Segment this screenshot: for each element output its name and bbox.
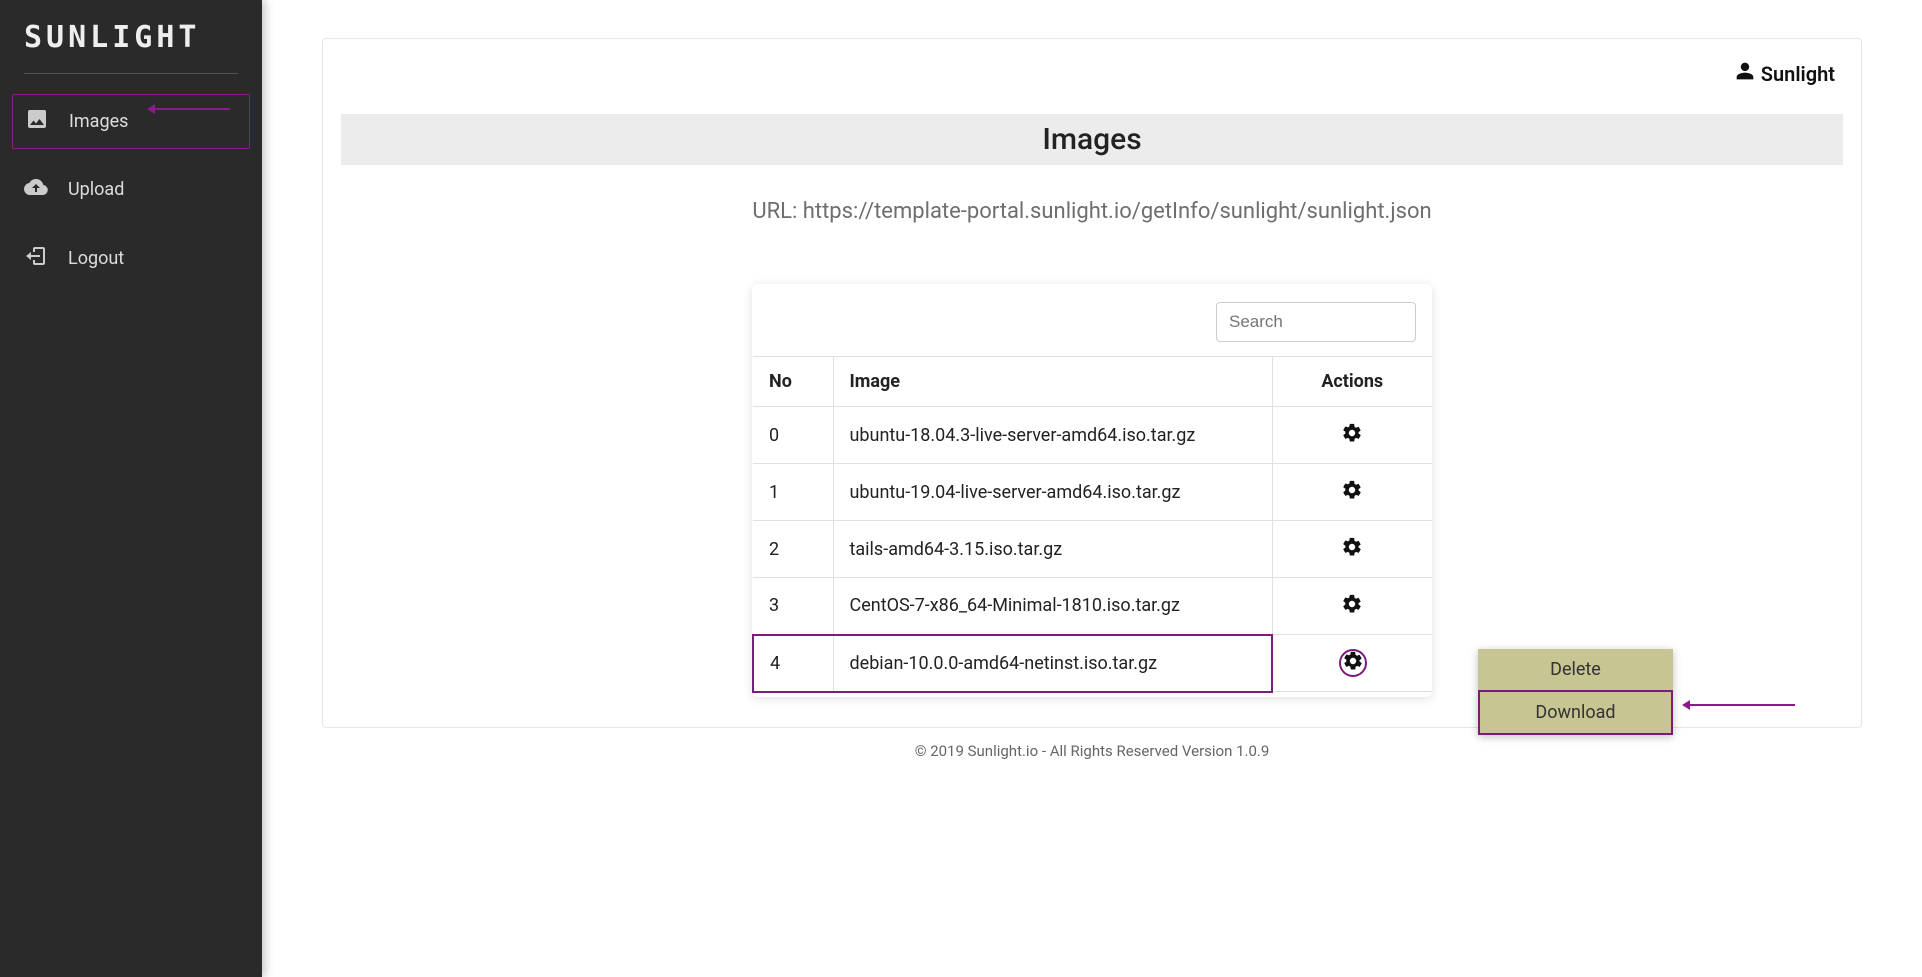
- row-context-menu: Delete Download: [1478, 649, 1673, 735]
- content-card: Sunlight Images URL: https://template-po…: [322, 38, 1862, 728]
- cell-image: ubuntu-18.04.3-live-server-amd64.iso.tar…: [833, 407, 1272, 464]
- search-input[interactable]: [1216, 302, 1416, 342]
- gear-icon: [1341, 536, 1363, 563]
- row-actions-button[interactable]: [1338, 535, 1366, 563]
- col-header-no[interactable]: No: [753, 357, 833, 407]
- sidebar-item-label: Images: [69, 111, 128, 132]
- divider: [24, 73, 238, 74]
- cell-no: 3: [753, 578, 833, 635]
- row-actions-button[interactable]: [1338, 592, 1366, 620]
- cell-no: 4: [753, 635, 833, 692]
- sidebar-item-label: Logout: [68, 248, 124, 269]
- images-table-card: No Image Actions 0 ubuntu-18.04.3-live-s…: [752, 284, 1432, 697]
- menu-item-delete[interactable]: Delete: [1478, 649, 1673, 690]
- sidebar-item-upload[interactable]: Upload: [0, 161, 262, 218]
- user-account[interactable]: Sunlight: [341, 57, 1843, 114]
- gear-icon: [1341, 593, 1363, 620]
- cell-no: 0: [753, 407, 833, 464]
- table-row: 0 ubuntu-18.04.3-live-server-amd64.iso.t…: [753, 407, 1432, 464]
- gear-icon: [1341, 479, 1363, 506]
- table-row: 3 CentOS-7-x86_64-Minimal-1810.iso.tar.g…: [753, 578, 1432, 635]
- sidebar-item-images[interactable]: Images: [12, 94, 250, 149]
- row-actions-button[interactable]: [1338, 478, 1366, 506]
- sidebar-item-label: Upload: [68, 179, 124, 200]
- url-display: URL: https://template-portal.sunlight.io…: [341, 199, 1843, 224]
- cell-image: CentOS-7-x86_64-Minimal-1810.iso.tar.gz: [833, 578, 1272, 635]
- page-title: Images: [341, 114, 1843, 165]
- table-row: 1 ubuntu-19.04-live-server-amd64.iso.tar…: [753, 464, 1432, 521]
- row-actions-button[interactable]: [1338, 421, 1366, 449]
- table-row: 2 tails-amd64-3.15.iso.tar.gz: [753, 521, 1432, 578]
- images-table: No Image Actions 0 ubuntu-18.04.3-live-s…: [752, 356, 1432, 693]
- user-name: Sunlight: [1761, 62, 1835, 86]
- cell-no: 2: [753, 521, 833, 578]
- annotation-arrow: [150, 108, 230, 110]
- main-content: Sunlight Images URL: https://template-po…: [262, 0, 1922, 977]
- cell-image: ubuntu-19.04-live-server-amd64.iso.tar.g…: [833, 464, 1272, 521]
- brand-logo: SUNLIGHT: [0, 20, 262, 73]
- sidebar-item-logout[interactable]: Logout: [0, 230, 262, 287]
- annotation-arrow: [1685, 704, 1795, 706]
- cell-image: tails-amd64-3.15.iso.tar.gz: [833, 521, 1272, 578]
- user-icon: [1735, 61, 1755, 86]
- logout-icon: [24, 244, 48, 273]
- cell-no: 1: [753, 464, 833, 521]
- col-header-image[interactable]: Image: [833, 357, 1272, 407]
- image-icon: [25, 107, 49, 136]
- menu-item-download[interactable]: Download: [1478, 690, 1673, 735]
- cloud-upload-icon: [24, 175, 48, 204]
- row-actions-button[interactable]: [1339, 649, 1367, 677]
- col-header-actions[interactable]: Actions: [1272, 357, 1432, 407]
- gear-icon: [1341, 422, 1363, 449]
- cell-image: debian-10.0.0-amd64-netinst.iso.tar.gz: [833, 635, 1272, 692]
- table-row-selected: 4 debian-10.0.0-amd64-netinst.iso.tar.gz: [753, 635, 1432, 692]
- sidebar: SUNLIGHT Images Upload Logout: [0, 0, 262, 977]
- gear-icon: [1342, 650, 1364, 677]
